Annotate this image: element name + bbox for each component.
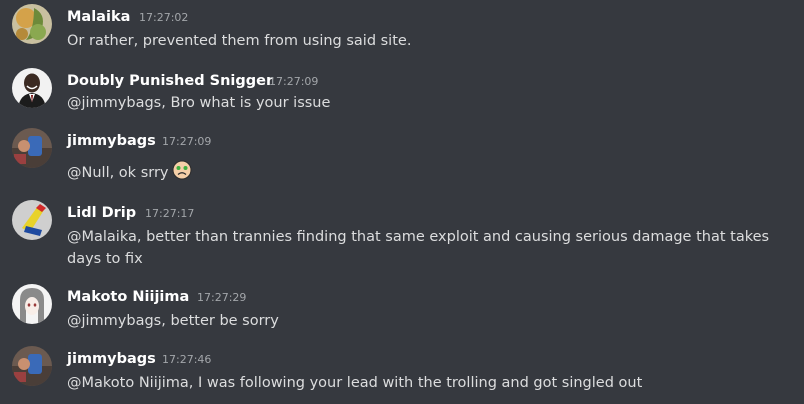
timestamp: 17:27:02: [139, 11, 189, 24]
username[interactable]: Lidl Drip: [67, 204, 136, 222]
message-text: @jimmybags, better be sorry: [67, 313, 279, 329]
username[interactable]: Doubly Punished Snigger: [67, 72, 273, 90]
username[interactable]: Makoto Niijima: [67, 288, 189, 306]
avatar[interactable]: [12, 200, 52, 240]
message-text-content: @Null, ok srry: [67, 165, 169, 181]
message-text: @jimmybags, Bro what is your issue: [67, 95, 331, 111]
avatar[interactable]: [12, 346, 52, 386]
avatar[interactable]: [12, 128, 52, 168]
username[interactable]: Malaika: [67, 8, 130, 26]
timestamp: 17:27:09: [162, 135, 212, 148]
message-text: @Makoto Niijima, I was following your le…: [67, 375, 643, 391]
timestamp: 17:27:09: [269, 75, 319, 88]
avatar[interactable]: [12, 68, 52, 108]
avatar[interactable]: [12, 4, 52, 44]
timestamp: 17:27:17: [145, 207, 195, 220]
timestamp: 17:27:29: [197, 291, 247, 304]
message-text: Or rather, prevented them from using sai…: [67, 33, 412, 49]
username[interactable]: jimmybags: [67, 132, 156, 150]
message-text-line-2: days to fix: [67, 251, 143, 267]
worried-face-icon: [172, 160, 192, 187]
username[interactable]: jimmybags: [67, 350, 156, 368]
message-text: @Null, ok srry: [67, 160, 192, 187]
message-text-line-1: @Malaika, better than trannies finding t…: [67, 229, 770, 245]
avatar[interactable]: [12, 284, 52, 324]
timestamp: 17:27:46: [162, 353, 212, 366]
